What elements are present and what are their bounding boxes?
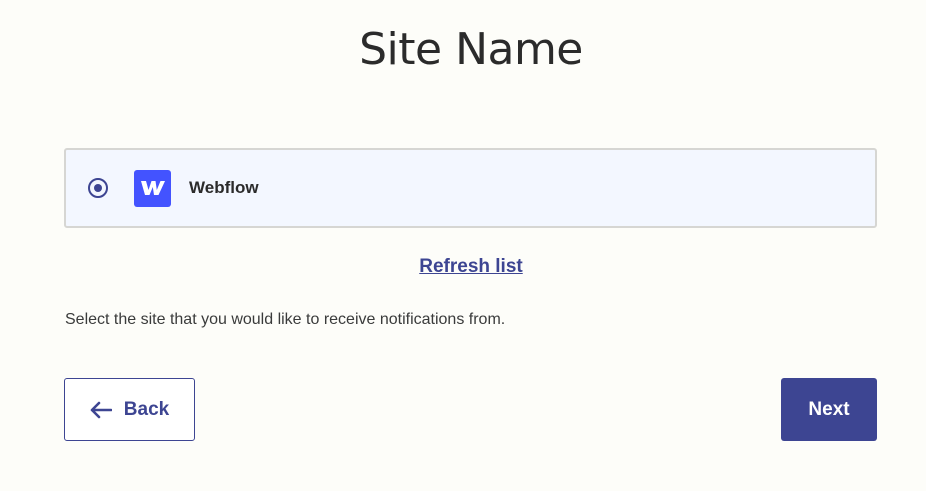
arrow-left-icon bbox=[90, 401, 112, 419]
site-option-label: Webflow bbox=[189, 178, 259, 197]
refresh-list-link[interactable]: Refresh list bbox=[0, 256, 926, 278]
webflow-logo-icon bbox=[134, 169, 171, 207]
next-button[interactable]: Next bbox=[781, 378, 877, 441]
help-text: Select the site that you would like to r… bbox=[65, 311, 506, 328]
back-button[interactable]: Back bbox=[64, 378, 195, 441]
site-option-webflow[interactable]: Webflow bbox=[64, 148, 877, 228]
page-title: Site Name bbox=[359, 24, 583, 75]
site-list: Webflow bbox=[64, 148, 877, 228]
back-button-label: Back bbox=[123, 398, 170, 420]
radio-button[interactable] bbox=[88, 178, 108, 198]
radio-selected-dot bbox=[94, 184, 102, 192]
